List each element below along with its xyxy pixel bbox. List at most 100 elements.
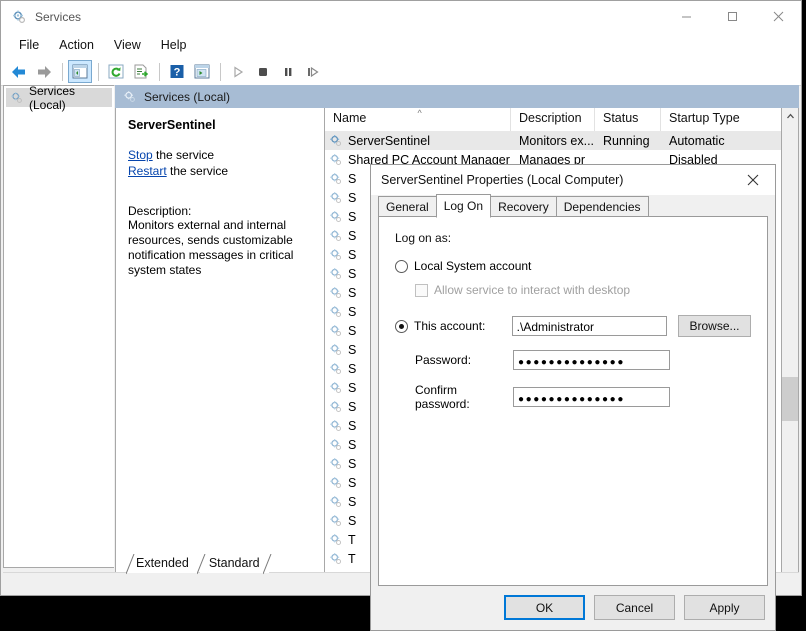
this-account-radio[interactable]	[395, 319, 408, 333]
menu-help[interactable]: Help	[151, 35, 197, 55]
tree-item-services-local[interactable]: Services (Local)	[6, 84, 112, 112]
restart-service-link[interactable]: Restart	[128, 164, 167, 178]
dialog-tabs: General Log On Recovery Dependencies	[371, 194, 775, 218]
forward-arrow-icon[interactable]	[32, 60, 56, 83]
tab-slash-right	[262, 553, 272, 575]
cell-name-text: ServerSentinel	[348, 133, 430, 148]
cell-name-text: S	[348, 399, 357, 414]
account-name-input[interactable]: .\Administrator	[511, 316, 667, 336]
cell-name-text: S	[348, 513, 357, 528]
scroll-up-arrow-icon[interactable]	[782, 108, 798, 125]
password-input[interactable]: ●●●●●●●●●●●●●●	[513, 350, 670, 370]
cancel-button[interactable]: Cancel	[594, 595, 675, 620]
dialog-buttons: OK Cancel Apply	[504, 595, 765, 620]
tab-dependencies[interactable]: Dependencies	[555, 196, 649, 217]
view-tabs: Extended Standard	[125, 552, 272, 575]
column-header-name[interactable]: Name ^	[325, 108, 511, 131]
toolbar-separator	[159, 62, 160, 81]
cell-status: Running	[603, 133, 650, 148]
cell-description: Monitors ex...	[519, 133, 595, 148]
service-gear-icon	[329, 172, 343, 186]
service-properties-dialog: ServerSentinel Properties (Local Compute…	[370, 164, 776, 631]
column-header-description[interactable]: Description	[511, 108, 595, 131]
toolbar-separator	[220, 62, 221, 81]
browse-button[interactable]: Browse...	[678, 315, 751, 337]
back-arrow-icon[interactable]	[7, 60, 31, 83]
export-list-icon[interactable]	[129, 60, 153, 83]
tab-log-on[interactable]: Log On	[435, 194, 492, 218]
tab-extended[interactable]: Extended	[125, 553, 198, 575]
tab-standard[interactable]: Standard	[196, 553, 272, 575]
stop-suffix: the service	[152, 148, 215, 162]
service-detail-panel: ServerSentinel Stop the service Restart …	[115, 108, 325, 593]
stop-service-link[interactable]: Stop	[128, 148, 153, 162]
maximize-button[interactable]	[709, 1, 755, 32]
table-row[interactable]: ServerSentinel Monitors ex... Running Autom…	[325, 131, 781, 150]
service-gear-icon	[329, 153, 343, 167]
restart-icon[interactable]	[301, 60, 325, 83]
stop-service-action: Stop the service	[128, 148, 312, 162]
ok-button[interactable]: OK	[504, 595, 585, 620]
service-gear-icon	[329, 476, 343, 490]
service-gear-icon	[329, 343, 343, 357]
properties-window-icon[interactable]	[190, 60, 214, 83]
cell-name-text: S	[348, 228, 357, 243]
vertical-scroll-track[interactable]	[782, 125, 798, 575]
console-tree-icon[interactable]	[68, 60, 92, 83]
service-gear-icon	[329, 191, 343, 205]
local-system-account-radio[interactable]	[395, 259, 408, 273]
service-gear-icon	[329, 514, 343, 528]
service-gear-icon	[329, 362, 343, 376]
confirm-password-label: Confirm password:	[415, 383, 470, 411]
service-gear-icon	[329, 267, 343, 281]
refresh-icon[interactable]	[104, 60, 128, 83]
this-account-option[interactable]: This account:	[395, 319, 512, 333]
confirm-password-input[interactable]: ●●●●●●●●●●●●●●	[513, 387, 670, 407]
local-system-account-label: Local System account	[414, 259, 532, 273]
column-header-startup-type[interactable]: Startup Type	[661, 108, 781, 131]
service-gear-icon	[329, 210, 343, 224]
cell-name-text: S	[348, 342, 357, 357]
menubar: File Action View Help	[1, 32, 801, 58]
svg-text:?: ?	[174, 67, 181, 79]
service-gear-icon	[329, 438, 343, 452]
menu-view[interactable]: View	[104, 35, 151, 55]
menu-action[interactable]: Action	[49, 35, 104, 55]
close-button[interactable]	[755, 1, 801, 32]
service-gear-icon	[329, 400, 343, 414]
description-label: Description:	[128, 204, 192, 218]
description-text: Monitors external and internal resources…	[128, 218, 294, 277]
vertical-scrollbar[interactable]	[782, 108, 799, 593]
menu-file[interactable]: File	[9, 35, 49, 55]
tab-slash-left	[125, 553, 135, 575]
column-header-status[interactable]: Status	[595, 108, 661, 131]
local-system-account-option[interactable]: Local System account	[395, 259, 751, 273]
confirm-password-row: Confirm password: ●●●●●●●●●●●●●●	[395, 383, 751, 411]
minimize-button[interactable]	[663, 1, 709, 32]
cell-name-text: S	[348, 285, 357, 300]
console-tree-pane: Services (Local)	[3, 84, 114, 568]
services-gear-icon	[11, 9, 27, 25]
service-gear-icon	[329, 324, 343, 338]
cell-startup-type: Automatic	[669, 133, 725, 148]
apply-button[interactable]: Apply	[684, 595, 765, 620]
pause-icon[interactable]	[276, 60, 300, 83]
help-question-icon[interactable]: ?	[165, 60, 189, 83]
dialog-close-button[interactable]	[731, 165, 775, 195]
vertical-scroll-thumb[interactable]	[782, 377, 798, 421]
tab-extended-label: Extended	[136, 556, 189, 570]
cell-name-text: S	[348, 323, 357, 338]
tab-recovery[interactable]: Recovery	[490, 196, 557, 217]
cell-name-text: T	[348, 532, 356, 547]
list-column-headers: Name ^ Description Status Startup Type	[325, 108, 781, 131]
cell-name-text: S	[348, 456, 357, 471]
column-header-name-label: Name	[333, 111, 367, 125]
service-gear-icon	[329, 533, 343, 547]
tab-general[interactable]: General	[378, 196, 437, 217]
this-account-label: This account:	[414, 319, 486, 333]
stop-square-icon[interactable]	[251, 60, 275, 83]
log-on-tab-panel: Log on as: Local System account Allow se…	[378, 216, 768, 586]
cell-name-text: S	[348, 190, 357, 205]
play-icon[interactable]	[226, 60, 250, 83]
tree-item-label: Services (Local)	[29, 83, 76, 112]
